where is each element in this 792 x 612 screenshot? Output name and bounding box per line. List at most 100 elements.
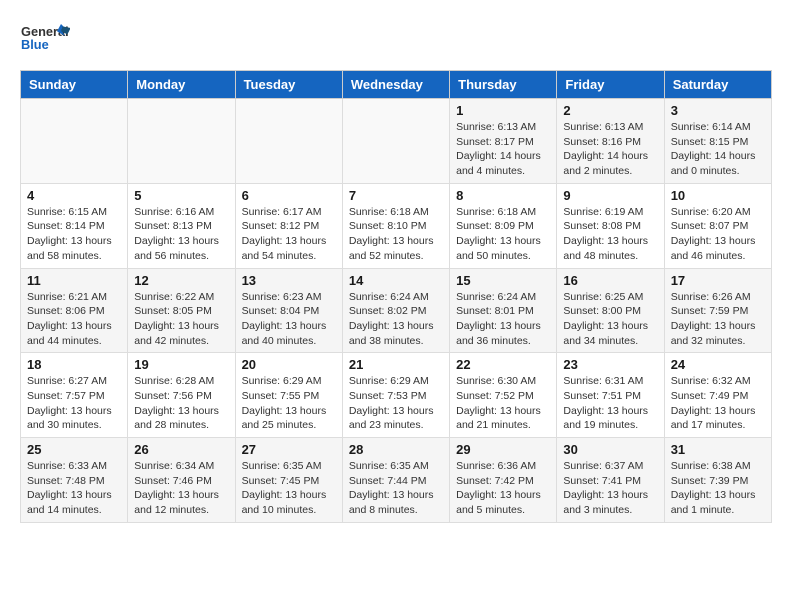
calendar-cell: 7 Sunrise: 6:18 AMSunset: 8:10 PMDaylight… — [342, 183, 449, 268]
calendar-cell: 1 Sunrise: 6:13 AMSunset: 8:17 PMDaylight… — [450, 99, 557, 184]
calendar-cell — [21, 99, 128, 184]
calendar-week-4: 18Sunrise: 6:27 AMSunset: 7:57 PMDayligh… — [21, 353, 772, 438]
day-number: 11 — [27, 273, 121, 288]
calendar-cell: 24Sunrise: 6:32 AMSunset: 7:49 PMDayligh… — [664, 353, 771, 438]
day-info: Sunrise: 6:18 AMSunset: 8:10 PMDaylight:… — [349, 205, 443, 264]
weekday-header-thursday: Thursday — [450, 71, 557, 99]
calendar-cell: 12 Sunrise: 6:22 AMSunset: 8:05 PMDayligh… — [128, 268, 235, 353]
day-info: Sunrise: 6:31 AMSunset: 7:51 PMDaylight:… — [563, 374, 657, 433]
day-info: Sunrise: 6:35 AMSunset: 7:44 PMDaylight:… — [349, 459, 443, 518]
day-number: 7 — [349, 188, 443, 203]
calendar-cell — [128, 99, 235, 184]
calendar-cell: 6 Sunrise: 6:17 AMSunset: 8:12 PMDaylight… — [235, 183, 342, 268]
day-number: 31 — [671, 442, 765, 457]
calendar-cell — [342, 99, 449, 184]
calendar-cell: 8 Sunrise: 6:18 AMSunset: 8:09 PMDaylight… — [450, 183, 557, 268]
calendar-cell: 9Sunrise: 6:19 AMSunset: 8:08 PMDaylight… — [557, 183, 664, 268]
calendar-cell: 10 Sunrise: 6:20 AMSunset: 8:07 PMDayligh… — [664, 183, 771, 268]
day-info: Sunrise: 6:29 AMSunset: 7:53 PMDaylight:… — [349, 374, 443, 433]
day-number: 2 — [563, 103, 657, 118]
calendar-cell: 28 Sunrise: 6:35 AMSunset: 7:44 PMDayligh… — [342, 438, 449, 523]
day-number: 25 — [27, 442, 121, 457]
day-info: Sunrise: 6:19 AMSunset: 8:08 PMDaylight:… — [563, 205, 657, 264]
day-number: 21 — [349, 357, 443, 372]
weekday-header-wednesday: Wednesday — [342, 71, 449, 99]
day-number: 14 — [349, 273, 443, 288]
calendar-cell: 25 Sunrise: 6:33 AMSunset: 7:48 PMDayligh… — [21, 438, 128, 523]
day-info: Sunrise: 6:37 AMSunset: 7:41 PMDaylight:… — [563, 459, 657, 518]
calendar-cell: 29 Sunrise: 6:36 AMSunset: 7:42 PMDayligh… — [450, 438, 557, 523]
day-info: Sunrise: 6:13 AMSunset: 8:16 PMDaylight:… — [563, 120, 657, 179]
day-number: 15 — [456, 273, 550, 288]
day-number: 1 — [456, 103, 550, 118]
day-number: 16 — [563, 273, 657, 288]
calendar-cell: 31 Sunrise: 6:38 AMSunset: 7:39 PMDayligh… — [664, 438, 771, 523]
day-info: Sunrise: 6:26 AMSunset: 7:59 PMDaylight:… — [671, 290, 765, 349]
calendar-cell: 2 Sunrise: 6:13 AMSunset: 8:16 PMDaylight… — [557, 99, 664, 184]
weekday-header-saturday: Saturday — [664, 71, 771, 99]
day-info: Sunrise: 6:24 AMSunset: 8:01 PMDaylight:… — [456, 290, 550, 349]
calendar-table: SundayMondayTuesdayWednesdayThursdayFrid… — [20, 70, 772, 523]
day-info: Sunrise: 6:32 AMSunset: 7:49 PMDaylight:… — [671, 374, 765, 433]
calendar-cell: 14 Sunrise: 6:24 AMSunset: 8:02 PMDayligh… — [342, 268, 449, 353]
calendar-cell: 16 Sunrise: 6:25 AMSunset: 8:00 PMDayligh… — [557, 268, 664, 353]
calendar-cell: 11 Sunrise: 6:21 AMSunset: 8:06 PMDayligh… — [21, 268, 128, 353]
day-info: Sunrise: 6:29 AMSunset: 7:55 PMDaylight:… — [242, 374, 336, 433]
svg-text:Blue: Blue — [21, 37, 49, 52]
calendar-week-1: 1 Sunrise: 6:13 AMSunset: 8:17 PMDaylight… — [21, 99, 772, 184]
day-info: Sunrise: 6:33 AMSunset: 7:48 PMDaylight:… — [27, 459, 121, 518]
day-info: Sunrise: 6:21 AMSunset: 8:06 PMDaylight:… — [27, 290, 121, 349]
calendar-cell: 19 Sunrise: 6:28 AMSunset: 7:56 PMDayligh… — [128, 353, 235, 438]
day-info: Sunrise: 6:38 AMSunset: 7:39 PMDaylight:… — [671, 459, 765, 518]
calendar-cell: 20 Sunrise: 6:29 AMSunset: 7:55 PMDayligh… — [235, 353, 342, 438]
calendar-week-2: 4 Sunrise: 6:15 AMSunset: 8:14 PMDaylight… — [21, 183, 772, 268]
day-info: Sunrise: 6:36 AMSunset: 7:42 PMDaylight:… — [456, 459, 550, 518]
day-info: Sunrise: 6:14 AMSunset: 8:15 PMDaylight:… — [671, 120, 765, 179]
day-number: 19 — [134, 357, 228, 372]
day-number: 4 — [27, 188, 121, 203]
day-info: Sunrise: 6:20 AMSunset: 8:07 PMDaylight:… — [671, 205, 765, 264]
day-number: 6 — [242, 188, 336, 203]
calendar-cell: 22 Sunrise: 6:30 AMSunset: 7:52 PMDayligh… — [450, 353, 557, 438]
day-number: 12 — [134, 273, 228, 288]
calendar-cell: 4 Sunrise: 6:15 AMSunset: 8:14 PMDaylight… — [21, 183, 128, 268]
weekday-header-sunday: Sunday — [21, 71, 128, 99]
day-info: Sunrise: 6:13 AMSunset: 8:17 PMDaylight:… — [456, 120, 550, 179]
day-number: 30 — [563, 442, 657, 457]
day-number: 28 — [349, 442, 443, 457]
day-number: 23 — [563, 357, 657, 372]
calendar-cell: 3Sunrise: 6:14 AMSunset: 8:15 PMDaylight… — [664, 99, 771, 184]
day-info: Sunrise: 6:17 AMSunset: 8:12 PMDaylight:… — [242, 205, 336, 264]
calendar-week-5: 25 Sunrise: 6:33 AMSunset: 7:48 PMDayligh… — [21, 438, 772, 523]
calendar-cell: 30 Sunrise: 6:37 AMSunset: 7:41 PMDayligh… — [557, 438, 664, 523]
logo: General Blue — [20, 20, 70, 60]
day-number: 29 — [456, 442, 550, 457]
day-number: 20 — [242, 357, 336, 372]
weekday-header-tuesday: Tuesday — [235, 71, 342, 99]
day-info: Sunrise: 6:15 AMSunset: 8:14 PMDaylight:… — [27, 205, 121, 264]
day-number: 22 — [456, 357, 550, 372]
calendar-cell: 23 Sunrise: 6:31 AMSunset: 7:51 PMDayligh… — [557, 353, 664, 438]
day-info: Sunrise: 6:24 AMSunset: 8:02 PMDaylight:… — [349, 290, 443, 349]
day-info: Sunrise: 6:23 AMSunset: 8:04 PMDaylight:… — [242, 290, 336, 349]
weekday-header-friday: Friday — [557, 71, 664, 99]
day-info: Sunrise: 6:18 AMSunset: 8:09 PMDaylight:… — [456, 205, 550, 264]
day-info: Sunrise: 6:25 AMSunset: 8:00 PMDaylight:… — [563, 290, 657, 349]
calendar-cell: 13Sunrise: 6:23 AMSunset: 8:04 PMDayligh… — [235, 268, 342, 353]
day-number: 8 — [456, 188, 550, 203]
day-info: Sunrise: 6:35 AMSunset: 7:45 PMDaylight:… — [242, 459, 336, 518]
logo-icon: General Blue — [20, 20, 70, 60]
calendar-cell: 5Sunrise: 6:16 AMSunset: 8:13 PMDaylight… — [128, 183, 235, 268]
day-info: Sunrise: 6:22 AMSunset: 8:05 PMDaylight:… — [134, 290, 228, 349]
day-info: Sunrise: 6:30 AMSunset: 7:52 PMDaylight:… — [456, 374, 550, 433]
calendar-cell: 17 Sunrise: 6:26 AMSunset: 7:59 PMDayligh… — [664, 268, 771, 353]
day-number: 10 — [671, 188, 765, 203]
day-number: 17 — [671, 273, 765, 288]
calendar-cell — [235, 99, 342, 184]
day-info: Sunrise: 6:28 AMSunset: 7:56 PMDaylight:… — [134, 374, 228, 433]
calendar-week-3: 11 Sunrise: 6:21 AMSunset: 8:06 PMDayligh… — [21, 268, 772, 353]
weekday-header-row: SundayMondayTuesdayWednesdayThursdayFrid… — [21, 71, 772, 99]
day-number: 27 — [242, 442, 336, 457]
day-number: 18 — [27, 357, 121, 372]
calendar-cell: 18Sunrise: 6:27 AMSunset: 7:57 PMDayligh… — [21, 353, 128, 438]
